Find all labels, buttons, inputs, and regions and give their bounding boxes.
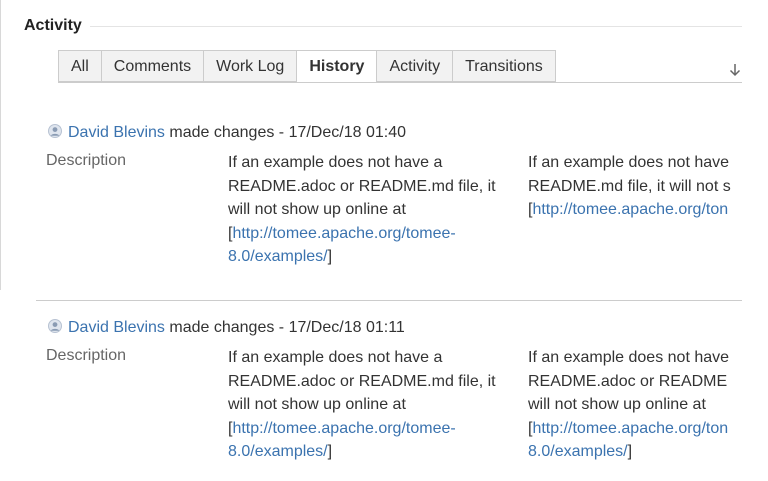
left-border [0,0,1,290]
activity-section-header: Activity [24,14,742,38]
examples-link-cont[interactable]: 8.0/examples/ [228,443,328,460]
timestamp: 17/Dec/18 01:40 [288,124,406,141]
examples-link-cont[interactable]: 8.0/examples/ [228,248,328,265]
field-label: Description [46,152,127,169]
history-entry: David Blevins made changes - 17/Dec/18 0… [36,317,742,467]
history-entry: David Blevins made changes - 17/Dec/18 0… [36,122,742,272]
bracket-close: ] [327,248,333,265]
tab-comments[interactable]: Comments [101,50,205,82]
tab-all[interactable]: All [58,50,102,82]
tab-transitions[interactable]: Transitions [453,50,556,82]
action-text: made changes - [164,124,289,141]
text-line: README.adoc or README.md file, it [228,372,496,390]
field-label: Description [46,347,127,364]
entry-divider [36,300,742,301]
text-line: will not show up online at [528,396,706,413]
text-line: will not show up online at [228,396,406,413]
user-avatar-icon [48,319,62,333]
arrow-down-icon[interactable] [728,62,742,78]
timestamp: 17/Dec/18 01:11 [288,319,405,336]
examples-link-cont[interactable]: 8.0/examples/ [528,443,628,460]
activity-tabs: All Comments Work Log History Activity T… [58,50,556,83]
text-line: README.adoc or README [528,372,728,390]
text-line: If an example does not have a [228,349,443,366]
entry-header: David Blevins made changes - 17/Dec/18 0… [48,317,405,339]
tab-history[interactable]: History [297,50,378,83]
new-value: If an example does not have README.adoc … [528,346,736,464]
action-text: made changes - [164,319,289,336]
user-avatar-icon [48,124,62,138]
tab-work-log[interactable]: Work Log [204,50,298,82]
text-line: README.adoc or README.md file, it [228,177,496,195]
tab-baseline [58,82,742,83]
section-rule [24,26,742,27]
old-value: If an example does not have a README.ado… [228,151,518,269]
author-link[interactable]: David Blevins [68,124,165,141]
new-value: If an example does not have README.md fi… [528,151,736,222]
text-line: If an example does not have [528,349,730,366]
tab-activity[interactable]: Activity [377,50,454,82]
text-line: README.md file, it will not s [528,177,731,195]
examples-link[interactable]: http://tomee.apache.org/tomee- [232,420,455,437]
text-line: If an example does not have [528,154,730,171]
author-link[interactable]: David Blevins [68,319,165,336]
text-line: If an example does not have a [228,154,443,171]
section-title: Activity [24,17,90,35]
examples-link[interactable]: http://tomee.apache.org/ton [532,420,728,437]
old-value: If an example does not have a README.ado… [228,346,518,464]
examples-link[interactable]: http://tomee.apache.org/tomee- [232,225,455,242]
examples-link[interactable]: http://tomee.apache.org/ton [532,201,728,218]
entry-header: David Blevins made changes - 17/Dec/18 0… [48,122,406,144]
text-line: will not show up online at [228,201,406,218]
bracket-close: ] [327,443,333,460]
bracket-close: ] [627,443,633,460]
